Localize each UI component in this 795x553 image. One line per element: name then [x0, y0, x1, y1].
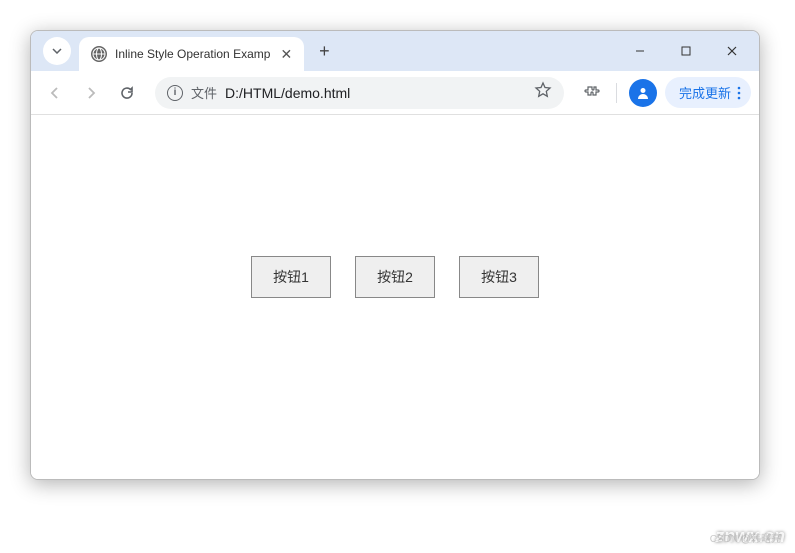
toolbar-divider: [616, 83, 617, 103]
maximize-button[interactable]: [663, 31, 709, 71]
close-window-button[interactable]: [709, 31, 755, 71]
demo-button-2[interactable]: 按钮2: [355, 256, 435, 298]
button-row: 按钮1 按钮2 按钮3: [251, 256, 539, 298]
toolbar: i 文件 D:/HTML/demo.html 完成更新: [31, 71, 759, 115]
page-content: 按钮1 按钮2 按钮3: [31, 115, 759, 479]
forward-button[interactable]: [75, 77, 107, 109]
address-url: D:/HTML/demo.html: [225, 85, 526, 101]
demo-button-1[interactable]: 按钮1: [251, 256, 331, 298]
tab-search-button[interactable]: [43, 37, 71, 65]
window-controls: [617, 31, 755, 71]
back-button[interactable]: [39, 77, 71, 109]
browser-window: Inline Style Operation Examp ✕ + i 文件 D:…: [30, 30, 760, 480]
bookmark-star-icon[interactable]: [534, 81, 552, 104]
browser-tab[interactable]: Inline Style Operation Examp ✕: [79, 37, 304, 71]
close-icon[interactable]: ✕: [278, 46, 294, 62]
demo-button-3[interactable]: 按钮3: [459, 256, 539, 298]
update-label: 完成更新: [679, 83, 731, 102]
titlebar: Inline Style Operation Examp ✕ +: [31, 31, 759, 71]
extensions-button[interactable]: [576, 77, 608, 109]
update-button[interactable]: 完成更新: [665, 77, 751, 108]
menu-dots-icon: [737, 86, 741, 100]
watermark-sub: CSDN @韩曙亮: [710, 530, 781, 545]
tab-title: Inline Style Operation Examp: [115, 47, 270, 61]
minimize-button[interactable]: [617, 31, 663, 71]
address-type-label: 文件: [191, 83, 217, 102]
globe-icon: [91, 46, 107, 62]
new-tab-button[interactable]: +: [310, 37, 338, 65]
info-icon[interactable]: i: [167, 85, 183, 101]
profile-button[interactable]: [629, 79, 657, 107]
address-bar[interactable]: i 文件 D:/HTML/demo.html: [155, 77, 564, 109]
reload-button[interactable]: [111, 77, 143, 109]
